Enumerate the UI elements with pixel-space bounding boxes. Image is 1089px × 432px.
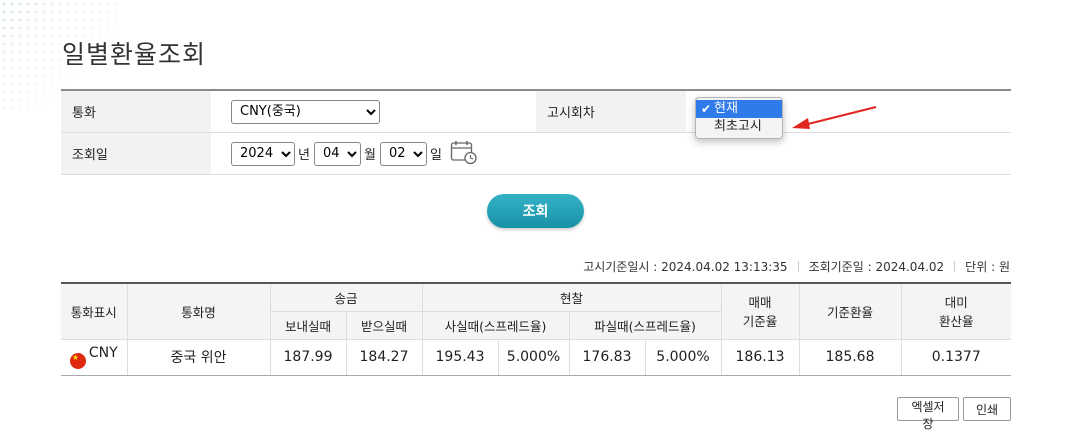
th-currency-code: 통화표시 bbox=[61, 282, 128, 340]
th-receive: 받으실때 bbox=[345, 310, 423, 340]
cell-cash-buy: 195.43 bbox=[421, 338, 499, 376]
year-unit: 년 bbox=[298, 148, 310, 163]
search-button[interactable]: 조회 bbox=[487, 194, 584, 228]
notice-datetime-label: 고시기준일시 : bbox=[583, 260, 658, 274]
th-cash-sell: 파실때(스프레드율) bbox=[568, 310, 721, 340]
cell-base-rate: 185.68 bbox=[798, 338, 902, 376]
cell-usd-rate: 0.1377 bbox=[900, 338, 1011, 376]
th-base-rate: 기준환율 bbox=[798, 282, 902, 340]
date-label: 조회일 bbox=[61, 133, 211, 174]
divider bbox=[797, 261, 799, 272]
cell-receive: 184.27 bbox=[345, 338, 423, 376]
th-currency-name: 통화명 bbox=[126, 282, 271, 340]
cell-send: 187.99 bbox=[269, 338, 347, 376]
month-select[interactable]: 04 bbox=[313, 141, 361, 166]
form-row-date: 조회일 2024 년 04 월 02 일 bbox=[61, 133, 1011, 175]
china-flag-icon: ★ bbox=[69, 353, 86, 369]
calendar-icon[interactable] bbox=[450, 139, 478, 169]
cell-currency-name: 중국 위안 bbox=[126, 338, 271, 376]
th-trade-base-line1: 매매 bbox=[748, 295, 772, 311]
cell-cash-sell-spread: 5.000% bbox=[644, 338, 722, 376]
option-first-notice-label: 최초고시 bbox=[714, 119, 762, 134]
cell-currency-code: ★ CNY bbox=[61, 338, 128, 376]
annotation-arrow-icon bbox=[792, 106, 877, 129]
th-send: 보내실때 bbox=[270, 310, 347, 340]
th-usd-rate-line2: 환산율 bbox=[938, 314, 974, 330]
print-button[interactable]: 인쇄 bbox=[963, 397, 1011, 421]
th-trade-base-line2: 기준율 bbox=[742, 314, 778, 330]
currency-cell: CNY(중국) bbox=[211, 91, 536, 132]
currency-select[interactable]: CNY(중국) bbox=[231, 99, 380, 124]
month-group: 04 월 bbox=[313, 141, 376, 166]
table-row: ★ CNY 중국 위안 187.99 184.27 195.43 5.000% 1… bbox=[61, 338, 1011, 376]
notice-round-dropdown[interactable]: ✔ 현재 최초고시 bbox=[695, 97, 783, 139]
month-unit: 월 bbox=[363, 148, 376, 163]
search-form: 통화 CNY(중국) 고시회차 조회일 2024 년 04 월 02 일 bbox=[61, 89, 1011, 175]
day-unit: 일 bbox=[429, 148, 442, 163]
option-current[interactable]: ✔ 현재 bbox=[696, 100, 782, 118]
th-usd-rate: 대미 환산율 bbox=[900, 282, 1011, 340]
th-remittance: 송금 bbox=[269, 282, 423, 312]
info-line: 고시기준일시 : 2024.04.02 13:13:35 조회기준일 : 202… bbox=[583, 258, 1010, 275]
cell-cash-sell: 176.83 bbox=[568, 338, 646, 376]
th-cash-buy: 사실때(스프레드율) bbox=[421, 310, 570, 340]
year-group: 2024 년 bbox=[231, 141, 310, 166]
query-date-label: 조회기준일 : bbox=[808, 260, 872, 274]
th-cash: 현찰 bbox=[421, 282, 722, 312]
day-group: 02 일 bbox=[379, 141, 442, 166]
date-cell: 2024 년 04 월 02 일 bbox=[211, 133, 478, 174]
currency-label: 통화 bbox=[61, 91, 211, 132]
divider bbox=[954, 261, 956, 272]
cell-trade-base: 186.13 bbox=[720, 338, 800, 376]
year-select[interactable]: 2024 bbox=[231, 141, 295, 166]
currency-code: CNY bbox=[88, 345, 118, 361]
query-date: 2024.04.02 bbox=[875, 259, 945, 274]
option-first-notice[interactable]: 최초고시 bbox=[696, 118, 782, 136]
notice-datetime: 2024.04.02 13:13:35 bbox=[661, 259, 788, 274]
notice-round-label: 고시회차 bbox=[536, 91, 686, 132]
unit-value: 원 bbox=[998, 260, 1010, 274]
day-select[interactable]: 02 bbox=[379, 141, 427, 166]
option-current-label: 현재 bbox=[714, 101, 738, 116]
cell-cash-buy-spread: 5.000% bbox=[497, 338, 570, 376]
th-usd-rate-line1: 대미 bbox=[944, 295, 968, 311]
excel-save-button[interactable]: 엑셀저장 bbox=[897, 397, 959, 431]
unit-label: 단위 : bbox=[965, 260, 996, 274]
exchange-rate-table: 통화표시 통화명 송금 현찰 매매 기준율 기준환율 대미 환산율 보내실때 받… bbox=[61, 282, 1011, 376]
th-trade-base: 매매 기준율 bbox=[720, 282, 800, 340]
page-title: 일별환율조회 bbox=[62, 39, 207, 69]
checkmark-icon: ✔ bbox=[701, 102, 712, 116]
header-row-1: 통화표시 통화명 송금 현찰 매매 기준율 기준환율 대미 환산율 bbox=[61, 282, 1011, 340]
